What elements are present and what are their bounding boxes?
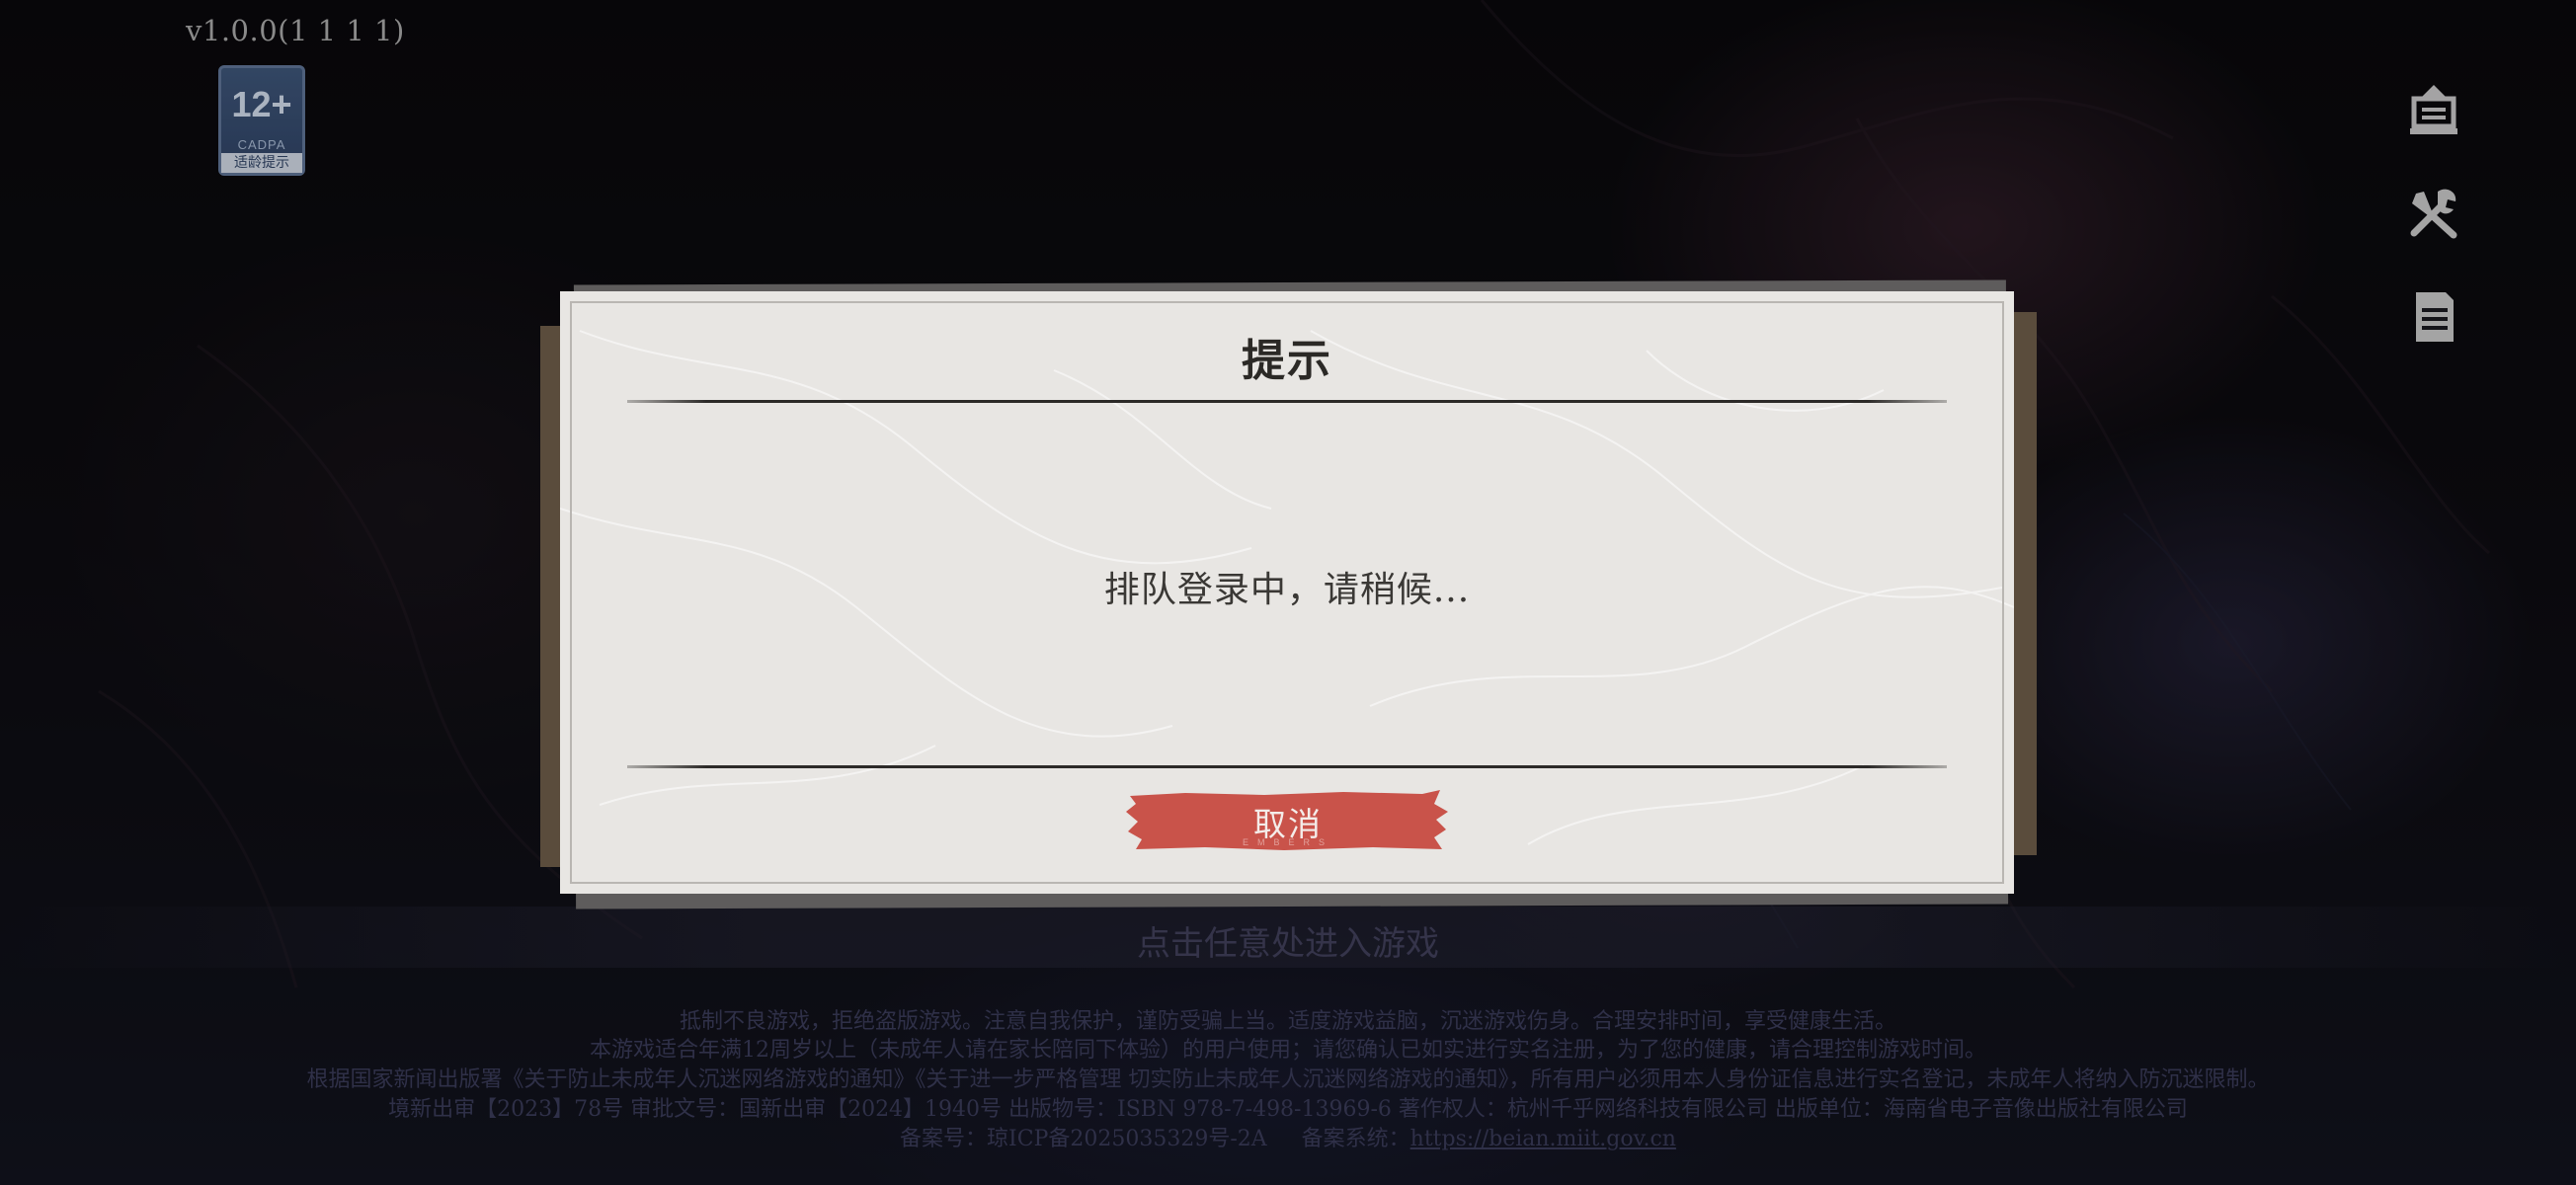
repair-tools-icon[interactable] [2398, 178, 2469, 249]
legal-line-1: 抵制不良游戏，拒绝盗版游戏。注意自我保护，谨防受骗上当。适度游戏益脑，沉迷游戏伤… [679, 1009, 1896, 1034]
age-rating-badge[interactable]: 12+ CADPA 适龄提示 [218, 65, 305, 176]
legal-line-3: 根据国家新闻出版署《关于防止未成年人沉迷网络游戏的通知》《关于进一步严格管理 切… [306, 1067, 2270, 1092]
icp-link[interactable]: https://beian.miit.gov.cn [1410, 1127, 1676, 1151]
version-label: v1.0.0(1 1 1 1) [186, 14, 405, 47]
repair-tools-icon-glyph [2410, 189, 2457, 239]
icp-number: 备案号：琼ICP备2025035329号-2A [900, 1127, 1267, 1151]
dialog-title: 提示 [1242, 336, 1332, 386]
cancel-button-subtext: EMBERS [1242, 837, 1333, 847]
enter-game-prompt[interactable]: 点击任意处进入游戏 [0, 916, 2576, 965]
title-divider [627, 400, 1947, 403]
document-icon[interactable] [2398, 280, 2469, 352]
cancel-button[interactable]: 取消 EMBERS [1126, 790, 1450, 851]
age-rating-tip: 适龄提示 [221, 153, 302, 173]
document-icon-glyph [2416, 292, 2454, 342]
legal-line-2: 本游戏适合年满12周岁以上（未成年人请在家长陪同下体验）的用户使用；请您确认已如… [590, 1038, 1986, 1063]
legal-line-4: 境新出审【2023】78号 审批文号：国新出审【2024】1940号 出版物号：… [388, 1097, 2188, 1122]
age-rating-number: 12+ [231, 84, 292, 124]
notice-icon-glyph [2410, 85, 2457, 134]
notice-icon[interactable] [2398, 75, 2469, 146]
icp-system-label: 备案系统： [1301, 1127, 1410, 1151]
dialog-message: 排队登录中，请稍候... [1103, 570, 1471, 610]
footer-divider [627, 765, 1947, 768]
icp-line: 备案号：琼ICP备2025035329号-2A 备案系统：https://bei… [0, 1121, 2576, 1152]
login-queue-dialog: 提示 排队登录中，请稍候... 取消 EMBERS [560, 291, 2014, 894]
age-rating-org: CADPA [237, 137, 286, 152]
